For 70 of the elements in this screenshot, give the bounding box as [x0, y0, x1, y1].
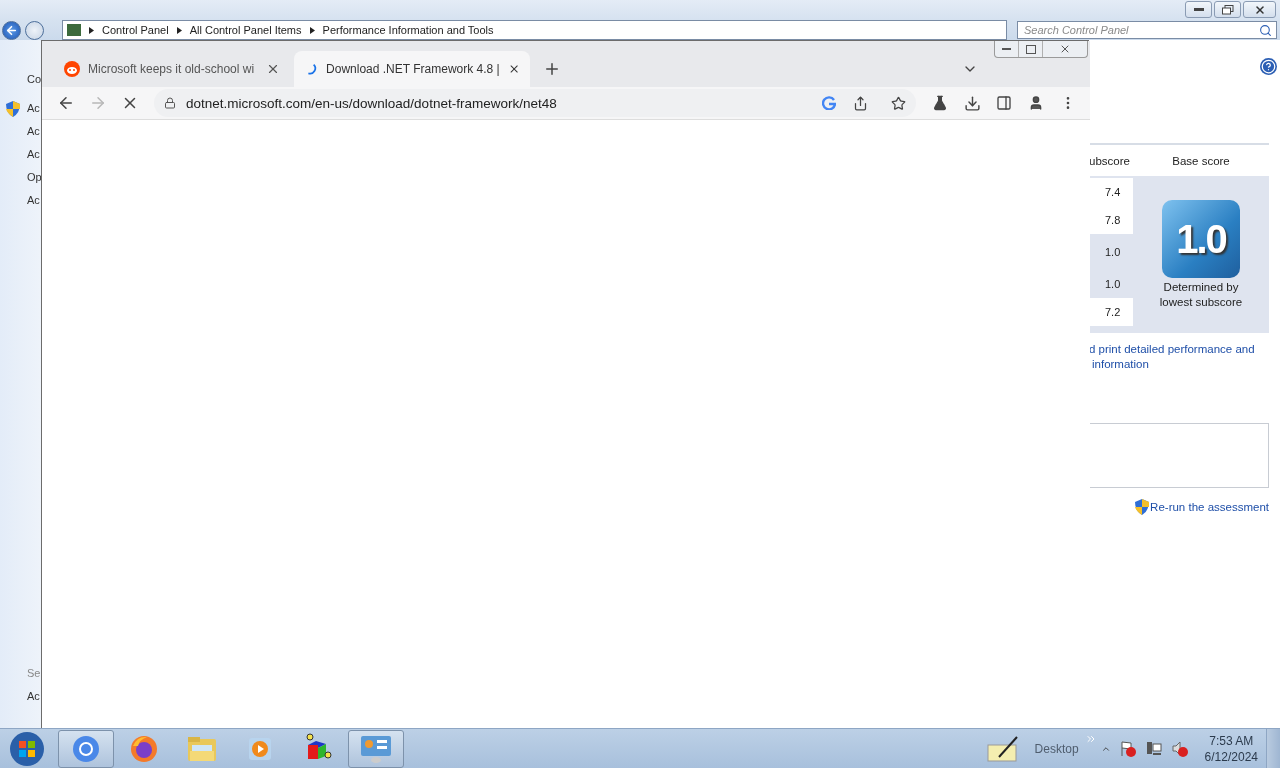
close-tab-icon[interactable] — [266, 62, 280, 76]
breadcrumb[interactable]: Performance Information and Tools — [322, 24, 494, 36]
taskbar-button[interactable] — [58, 729, 114, 768]
breadcrumb[interactable]: Control Panel — [102, 24, 169, 36]
folder-icon — [186, 734, 218, 763]
flask-icon — [932, 95, 948, 111]
side-panel-icon — [996, 95, 1012, 111]
reddit-icon — [64, 61, 80, 77]
shield-icon — [6, 101, 20, 117]
sidebar-link[interactable]: Ac — [27, 685, 40, 708]
speaker-muted-icon[interactable] — [1170, 739, 1189, 758]
desktop-toolbar-label[interactable]: Desktop — [1034, 741, 1079, 756]
address-bar[interactable]: Control Panel All Control Panel Items Performance Information and Tools — [62, 20, 1007, 40]
sidebar-link[interactable]: Ac — [27, 120, 40, 143]
address-bar[interactable]: dotnet.microsoft.com/en-us/download/dotnet-framework/net48 — [154, 89, 916, 117]
help-button[interactable] — [1260, 58, 1277, 75]
share-icon — [852, 95, 868, 111]
base-score-tile: 1.0 — [1162, 200, 1240, 278]
question-mark-icon — [1261, 59, 1276, 74]
details-link[interactable]: information — [1092, 357, 1149, 372]
subscore: 7.2 — [1089, 298, 1133, 326]
shield-icon — [1135, 499, 1150, 515]
minimize-icon — [1193, 8, 1204, 11]
sidebar-link[interactable]: Ac — [27, 143, 40, 166]
details-link[interactable]: d print detailed performance and — [1089, 342, 1255, 357]
search-icon — [1259, 23, 1272, 37]
close-icon — [1059, 43, 1071, 55]
search-field[interactable]: Search Control Panel — [1017, 21, 1277, 39]
restore-icon — [1221, 4, 1234, 15]
arrow-right-icon — [89, 94, 107, 112]
forward-button[interactable] — [25, 20, 44, 40]
google-icon[interactable] — [822, 96, 836, 110]
restore-button[interactable] — [1214, 1, 1241, 18]
browser-tab[interactable]: Microsoft keeps it old-school wi — [54, 51, 290, 87]
minimize-icon — [1002, 48, 1011, 50]
firefox-icon — [129, 733, 159, 764]
breadcrumb-arrow-icon — [176, 26, 182, 34]
network-icon[interactable] — [1144, 739, 1163, 758]
subscore: 7.8 — [1089, 206, 1133, 234]
clock[interactable]: 7:53 AM 6/12/2024 — [1204, 732, 1258, 765]
breadcrumb-arrow-icon — [309, 26, 315, 34]
browser-icon — [72, 734, 100, 763]
download-icon — [963, 94, 981, 112]
see-also-heading: Se — [27, 666, 41, 681]
maximize-icon — [1025, 44, 1036, 54]
breadcrumb[interactable]: All Control Panel Items — [189, 24, 302, 36]
arrow-left-icon — [5, 23, 18, 37]
back-button[interactable] — [2, 20, 21, 40]
column-header: Base score — [1171, 154, 1231, 167]
star-icon — [890, 95, 906, 111]
sidebar-link[interactable]: Op — [27, 166, 42, 189]
action-center-flag-icon[interactable] — [1118, 739, 1137, 758]
sidebar-link[interactable]: Ac — [27, 97, 40, 120]
sidebar-link[interactable]: Ac — [27, 189, 40, 212]
base-score-caption: Determined by lowest subscore — [1158, 280, 1244, 310]
column-header: ubscore — [1089, 154, 1131, 167]
note-pen-icon[interactable] — [986, 734, 1019, 763]
browser-tab[interactable]: Download .NET Framework 4.8 | — [294, 51, 530, 87]
sidebar-link[interactable]: Co — [27, 68, 42, 91]
subscore: 7.4 — [1089, 178, 1133, 206]
rerun-link[interactable]: Re-run the assessment — [1150, 499, 1269, 515]
minimize-button[interactable] — [1185, 1, 1212, 18]
taskbar-button[interactable] — [348, 729, 404, 768]
windows-logo-icon — [9, 730, 45, 767]
person-icon — [1028, 95, 1044, 111]
lock-icon — [164, 97, 176, 109]
close-icon — [1253, 3, 1266, 16]
breadcrumb-arrow-icon — [89, 26, 94, 34]
close-button[interactable] — [1243, 1, 1276, 18]
plus-icon — [543, 60, 561, 78]
